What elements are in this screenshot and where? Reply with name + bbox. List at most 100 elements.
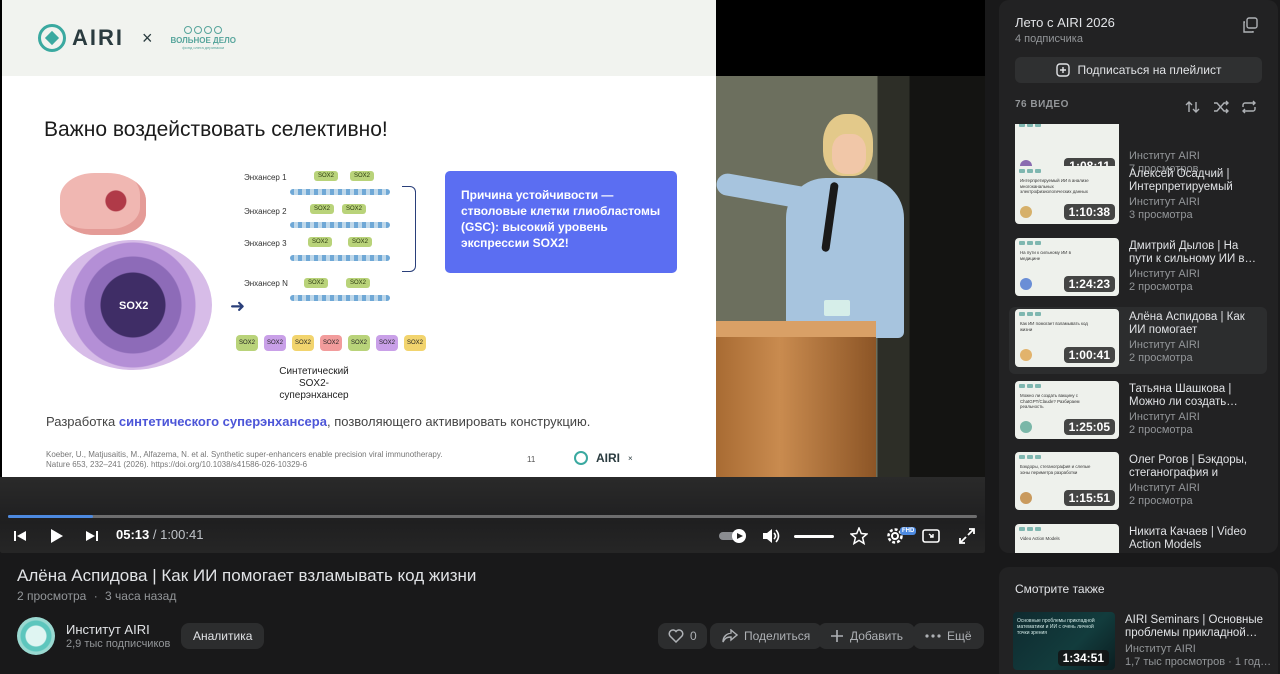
sox-chip: SOX2 (304, 278, 328, 288)
playlist-item-duration: 1:00:41 (1063, 347, 1115, 363)
speaker-avatar (1020, 349, 1032, 361)
slide-x-sign: × (142, 27, 153, 48)
autoplay-toggle[interactable] (718, 524, 748, 548)
podium (716, 321, 876, 477)
playlist-controls (1185, 100, 1257, 114)
playlist-item-channel[interactable]: Институт AIRI (1129, 339, 1200, 351)
volume-icon[interactable] (760, 524, 782, 548)
next-icon[interactable] (82, 524, 102, 548)
playlist-item-duration: 1:25:05 (1063, 419, 1115, 435)
thumbnail-text: Video Action Models (1020, 536, 1060, 541)
playlist-item-thumbnail[interactable]: Интерпретируемый ИИ в анализе многоканал… (1015, 166, 1119, 224)
enhancer-label: Энхансер 3 (244, 239, 287, 248)
thumbnail-text: Интерпретируемый ИИ в анализе многоканал… (1020, 178, 1089, 194)
playlist-item-thumbnail[interactable]: Video Action Models (1015, 524, 1119, 553)
playlist-panel: Лето с AIRI 2026 4 подписчика Подписатьс… (999, 0, 1278, 553)
dna-strand (290, 189, 390, 195)
speaker-avatar (1020, 278, 1032, 290)
airi-logo: AIRI (38, 24, 124, 52)
playlist-item-title[interactable]: Татьяна Шашкова | Можно ли создать… (1129, 383, 1263, 409)
playlist-item-views: 3 просмотра (1129, 209, 1193, 221)
channel-avatar[interactable] (17, 617, 55, 655)
playlist-item[interactable]: Бэкдоры, стеганография и слепые зоны пер… (1009, 450, 1267, 517)
video-player[interactable]: AIRI × ВОЛЬНОЕ ДЕЛО фонд олега дерипаски… (0, 0, 985, 553)
share-button[interactable]: Поделиться (710, 623, 823, 649)
slide-citation: Koeber, U., Matjusaitis, M., Alfazema, N… (46, 450, 443, 469)
playlist-list: 1:08:11Институт AIRI7 просмотровИнтерпре… (999, 124, 1278, 553)
playlist-item-channel[interactable]: Институт AIRI (1129, 482, 1200, 494)
playlist-item-title[interactable]: Алексей Осадчий | Интерпретируемый ИИ… (1129, 168, 1263, 194)
dna-strand (290, 255, 390, 261)
enhancer-label: Энхансер 2 (244, 207, 287, 216)
playlist-item-thumbnail[interactable]: Бэкдоры, стеганография и слепые зоны пер… (1015, 452, 1119, 510)
plus-square-icon (1055, 63, 1070, 77)
see-also-panel: Смотрите также Основные проблемы приклад… (999, 567, 1278, 674)
see-also-channel[interactable]: Институт AIRI (1125, 643, 1196, 655)
sox-chip: SOX2 (348, 237, 372, 247)
channel-name[interactable]: Институт AIRI (66, 622, 150, 637)
playlist-item[interactable]: Как ИИ помогает взламывать код жизни 1:00… (1009, 307, 1267, 374)
brain-illustration (60, 173, 146, 235)
slide-page-number: 11 (527, 455, 536, 464)
fullscreen-icon[interactable] (956, 524, 978, 548)
sox-chip: SOX2 (342, 204, 366, 214)
playlist-item[interactable]: Интерпретируемый ИИ в анализе многоканал… (1009, 164, 1267, 231)
slide-header: AIRI × ВОЛЬНОЕ ДЕЛО фонд олега дерипаски (2, 0, 716, 76)
playlist-item[interactable]: На пути к сильному ИИ в медицине 1:24:23 Д… (1009, 236, 1267, 303)
playlist-item-title[interactable]: Никита Качаев | Video Action Models (1129, 526, 1263, 552)
arrow-icon: ➜ (230, 296, 246, 316)
playlist-subscribers: 4 подписчика (1015, 33, 1083, 45)
playlist-item-title[interactable] (1129, 124, 1263, 148)
playlist-item-thumbnail[interactable]: Можно ли создать вакцину с ChatGPT/Claud… (1015, 381, 1119, 439)
more-dots-icon (925, 634, 941, 638)
playlist-item[interactable]: Video Action Models Никита Качаев | Video… (1009, 522, 1267, 553)
playlist-item-title[interactable]: Дмитрий Дылов | На пути к сильному ИИ в… (1129, 240, 1263, 266)
playlist-item-thumbnail[interactable]: На пути к сильному ИИ в медицине 1:24:23 (1015, 238, 1119, 296)
heart-icon (668, 629, 684, 643)
thumbnail-text: Как ИИ помогает взламывать код жизни (1020, 321, 1088, 332)
plus-icon (831, 630, 843, 642)
video-meta: 2 просмотра · 3 часа назад (17, 589, 177, 603)
previous-icon[interactable] (10, 524, 30, 548)
playlist-item-channel[interactable]: Институт AIRI (1129, 411, 1200, 423)
star-rate-icon[interactable] (848, 524, 870, 548)
miniplayer-icon[interactable] (920, 524, 942, 548)
progress-bar[interactable] (8, 515, 977, 518)
playlist-title[interactable]: Лето с AIRI 2026 (1015, 15, 1115, 30)
sox-chip: SOX2 (350, 171, 374, 181)
playlist-item-title[interactable]: Олег Рогов | Бэкдоры, стеганография и сл… (1129, 454, 1263, 480)
playlist-item-title[interactable]: Алёна Аспидова | Как ИИ помогает взламыв… (1129, 311, 1263, 337)
sort-icon[interactable] (1185, 100, 1201, 114)
subscribe-playlist-button[interactable]: Подписаться на плейлист (1015, 57, 1262, 83)
speaker-avatar (1020, 492, 1032, 504)
like-button[interactable]: 0 (658, 623, 707, 649)
shuffle-icon[interactable] (1213, 100, 1229, 114)
hd-badge: FHD (900, 527, 917, 535)
playlist-item-channel[interactable]: Институт AIRI (1129, 196, 1200, 208)
dna-strand (290, 222, 390, 228)
playlist-item-thumbnail[interactable]: Как ИИ помогает взламывать код жизни 1:00… (1015, 309, 1119, 367)
see-also-video-title[interactable]: AIRI Seminars | Основные проблемы прикла… (1125, 614, 1265, 640)
dna-strand (290, 295, 390, 301)
playlist-item[interactable]: Можно ли создать вакцину с ChatGPT/Claud… (1009, 379, 1267, 446)
see-also-thumbnail[interactable]: Основные проблемы прикладной математики … (1013, 612, 1115, 670)
analytics-button[interactable]: Аналитика (181, 623, 265, 649)
playlist-item-channel[interactable]: Институт AIRI (1129, 150, 1200, 162)
copy-icon[interactable] (1242, 17, 1258, 33)
repeat-icon[interactable] (1241, 100, 1257, 114)
add-button[interactable]: Добавить (818, 623, 916, 649)
playlist-item-views: 2 просмотра (1129, 424, 1193, 436)
thumbnail-text: На пути к сильному ИИ в медицине (1020, 250, 1071, 261)
speaker-avatar (1020, 421, 1032, 433)
play-icon[interactable] (44, 524, 68, 548)
connector-line (402, 186, 416, 272)
highlight-box: Причина устойчивости — стволовые клетки … (445, 171, 677, 273)
more-button[interactable]: Ещё (913, 623, 984, 649)
presentation-slide: AIRI × ВОЛЬНОЕ ДЕЛО фонд олега дерипаски… (2, 0, 716, 477)
see-also-views: 1,7 тыс просмотров · 1 год… (1125, 656, 1272, 668)
volume-slider[interactable] (794, 535, 834, 538)
playlist-item-channel[interactable]: Институт AIRI (1129, 268, 1200, 280)
airi-logo-icon (38, 24, 66, 52)
speaker-avatar (1020, 206, 1032, 218)
thumbnail-text: Бэкдоры, стеганография и слепые зоны пер… (1020, 464, 1091, 475)
